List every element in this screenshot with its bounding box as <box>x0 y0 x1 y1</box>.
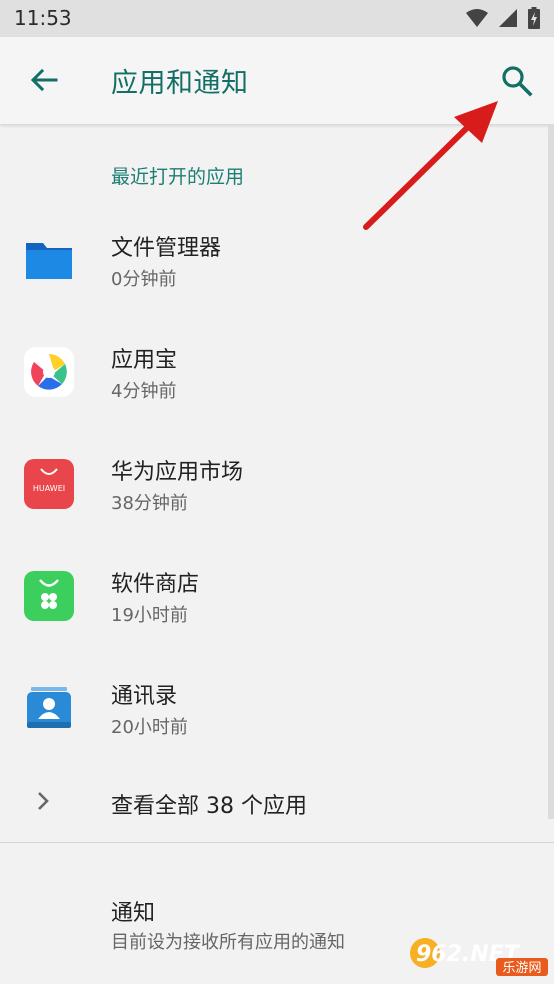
folder-icon <box>26 243 72 279</box>
watermark-sub-text: 乐游网 <box>502 961 541 976</box>
app-last-opened: 38分钟前 <box>111 493 188 514</box>
watermark-logo: 962.NET 乐游网 <box>410 938 548 976</box>
recent-app-item-contacts[interactable]: 通讯录 20小时前 <box>0 665 548 777</box>
wifi-icon <box>466 9 488 27</box>
yingyongbao-icon <box>24 347 74 397</box>
battery-icon <box>528 7 540 29</box>
app-last-opened: 20小时前 <box>111 717 188 738</box>
huawei-appgallery-icon: HUAWEI <box>24 459 74 509</box>
app-name: 文件管理器 <box>111 236 222 261</box>
software-store-icon <box>24 571 74 621</box>
status-bar: 11:53 <box>0 0 554 37</box>
search-icon[interactable] <box>500 64 534 98</box>
status-icons <box>466 7 540 29</box>
notifications-title: 通知 <box>111 901 156 926</box>
page-title: 应用和通知 <box>111 68 249 99</box>
see-all-apps-label: 查看全部 38 个应用 <box>111 794 307 819</box>
app-last-opened: 0分钟前 <box>111 269 177 290</box>
app-name: 华为应用市场 <box>111 460 244 485</box>
section-header-recent-apps: 最近打开的应用 <box>111 166 245 188</box>
status-time: 11:53 <box>14 6 72 30</box>
app-last-opened: 19小时前 <box>111 605 188 626</box>
recent-app-item-huawei-appgallery[interactable]: HUAWEI 华为应用市场 38分钟前 <box>0 441 548 553</box>
scrollbar[interactable] <box>548 124 554 819</box>
app-name: 软件商店 <box>111 572 200 597</box>
back-arrow-icon[interactable] <box>28 64 60 96</box>
recent-app-item-yingyongbao[interactable]: 应用宝 4分钟前 <box>0 329 548 441</box>
app-name: 通讯录 <box>111 684 178 709</box>
app-last-opened: 4分钟前 <box>111 381 177 402</box>
recent-app-item-file-manager[interactable]: 文件管理器 0分钟前 <box>0 217 548 329</box>
app-name: 应用宝 <box>111 348 178 373</box>
notifications-summary: 目前设为接收所有应用的通知 <box>111 932 345 953</box>
divider <box>0 842 554 843</box>
svg-text:HUAWEI: HUAWEI <box>33 484 65 493</box>
recent-app-item-software-store[interactable]: 软件商店 19小时前 <box>0 553 548 665</box>
app-bar: 应用和通知 <box>0 37 554 124</box>
see-all-apps-button[interactable]: 查看全部 38 个应用 <box>0 773 548 833</box>
contacts-icon <box>27 687 71 728</box>
chevron-right-icon <box>38 792 49 810</box>
signal-icon <box>499 9 517 27</box>
